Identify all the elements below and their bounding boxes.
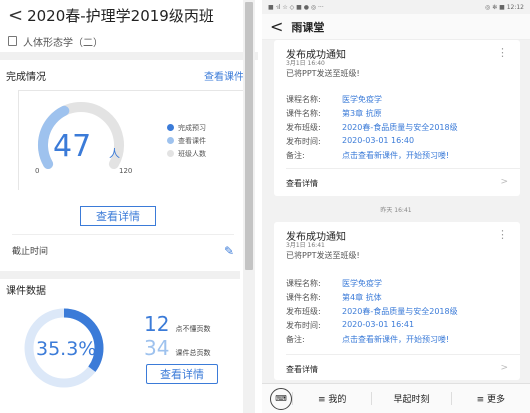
notification-card[interactable]: 发布成功通知 ⋮ 3月1日 16:41 已将PPT发送至班级! 课程名称: 医学免… — [274, 222, 520, 380]
back-icon[interactable]: < — [270, 17, 283, 36]
count-unit: 人 — [109, 147, 120, 160]
legend-dot — [167, 137, 174, 144]
card-date: 3月1日 16:41 — [286, 242, 325, 249]
total-pages-label: 课件总页数 — [175, 349, 211, 357]
bottom-menu-bar: ⌨ ≡ 我的 早起时刻 ≡ 更多 — [262, 383, 530, 413]
more-icon[interactable]: ⋮ — [497, 46, 508, 59]
stat-total-pages: 34 课件总页数 — [144, 336, 210, 360]
completion-heading: 完成情况 — [6, 71, 46, 83]
legend-label: 班级人数 — [178, 149, 206, 158]
confused-pages-value: 12 — [144, 312, 170, 336]
keyboard-icon[interactable]: ⌨ — [270, 387, 292, 410]
menu-more[interactable]: ≡ 更多 — [450, 392, 530, 405]
menu-my[interactable]: ≡ 我的 — [292, 392, 371, 405]
stat-confused-pages: 12 点不懂页数 — [144, 312, 210, 336]
card-row: 备注: 点击查看新课件，开始预习喽! — [286, 150, 449, 161]
page-header: < 2020春-护理学2019级丙班 — [0, 0, 258, 30]
row-value: 2020春-食品质量与安全2018级 — [342, 307, 458, 316]
row-value: 点击查看新课件，开始预习喽! — [342, 335, 450, 344]
status-bar: ■ ᐧıl ☆ ◇ ■ ● ◎ ··· ◎ ✻ ■ 12:12 — [262, 0, 530, 14]
gauge-max-label: 120 — [119, 167, 133, 175]
row-key: 备注: — [286, 151, 305, 160]
view-detail-link[interactable]: 查看详情 — [286, 178, 318, 189]
row-value: 医学免疫学 — [342, 95, 382, 104]
row-key: 发布时间: — [286, 321, 321, 330]
deadline-row[interactable]: 截止时间 ✎ — [12, 234, 234, 266]
deadline-label: 截止时间 — [12, 247, 49, 257]
app-header: < 雨课堂 — [262, 14, 530, 40]
chevron-right-icon[interactable]: > — [500, 363, 508, 373]
legend-item-preview: 完成预习 — [167, 121, 206, 134]
legend-item-viewed: 查看课件 — [167, 134, 206, 147]
row-key: 发布班级: — [286, 307, 321, 316]
screenshot-root: < 2020春-护理学2019级丙班 人体形态学（二） 完成情况 查看课件 47… — [0, 0, 530, 413]
card-divider — [286, 354, 520, 355]
divider — [0, 52, 258, 60]
card-row: 发布班级: 2020春-食品质量与安全2018级 — [286, 306, 458, 317]
chevron-right-icon[interactable]: > — [500, 177, 508, 187]
course-subtitle: 人体形态学（二） — [0, 30, 258, 52]
card-divider — [286, 168, 520, 169]
legend-label: 完成预习 — [178, 123, 206, 132]
row-value: 2020春-食品质量与安全2018级 — [342, 123, 458, 132]
time-divider: 昨天 16:41 — [380, 207, 412, 214]
book-icon — [8, 36, 17, 46]
page-title: 2020春-护理学2019级丙班 — [27, 6, 214, 25]
gauge-min-label: 0 — [35, 167, 40, 175]
view-detail-button[interactable]: 查看详情 — [80, 206, 156, 226]
card-row: 发布时间: 2020-03-01 16:41 — [286, 320, 414, 331]
row-key: 课件名称: — [286, 293, 321, 302]
view-detail-link[interactable]: 查看详情 — [286, 364, 318, 375]
courseware-percent: 35.3% — [36, 338, 97, 360]
row-value: 点击查看新课件，开始预习喽! — [342, 151, 450, 160]
rain-classroom-app: ■ ᐧıl ☆ ◇ ■ ● ◎ ··· ◎ ✻ ■ 12:12 < 雨课堂 发布… — [262, 0, 530, 413]
row-key: 课件名称: — [286, 109, 321, 118]
completion-gauge-box: 47 人 0 120 完成预习 查看课件 班级人数 — [18, 90, 246, 190]
card-message: 已将PPT发送至班级! — [286, 69, 360, 78]
row-value: 第3章 抗原 — [342, 109, 382, 118]
scrollbar-thumb[interactable] — [245, 2, 253, 270]
completed-count: 47 — [53, 129, 92, 164]
card-row: 发布时间: 2020-03-01 16:40 — [286, 136, 414, 147]
row-value: 2020-03-01 16:41 — [342, 320, 415, 329]
more-icon[interactable]: ⋮ — [497, 228, 508, 241]
row-key: 发布时间: — [286, 137, 321, 146]
class-report-panel: < 2020春-护理学2019级丙班 人体形态学（二） 完成情况 查看课件 47… — [0, 0, 258, 413]
courseware-detail-button[interactable]: 查看详情 — [146, 364, 218, 384]
courseware-heading: 课件数据 — [6, 286, 46, 297]
legend-dot — [167, 124, 174, 131]
confused-pages-label: 点不懂页数 — [175, 325, 211, 333]
card-row: 课件名称: 第4章 抗体 — [286, 292, 382, 303]
status-icons-right: ◎ ✻ ■ 12:12 — [485, 3, 524, 11]
row-key: 课程名称: — [286, 95, 321, 104]
status-icons-left: ■ ᐧıl ☆ ◇ ■ ● ◎ ··· — [268, 3, 324, 11]
legend-dot — [167, 150, 174, 157]
card-row: 发布班级: 2020春-食品质量与安全2018级 — [286, 122, 458, 133]
legend-label: 查看课件 — [178, 136, 206, 145]
legend-item-classsize: 班级人数 — [167, 147, 206, 160]
card-date: 3月1日 16:40 — [286, 60, 325, 67]
notification-card[interactable]: 发布成功通知 ⋮ 3月1日 16:40 已将PPT发送至班级! 课程名称: 医学免… — [274, 40, 520, 196]
edit-icon[interactable]: ✎ — [224, 244, 234, 258]
row-key: 发布班级: — [286, 123, 321, 132]
card-row: 课程名称: 医学免疫学 — [286, 94, 382, 105]
total-pages-value: 34 — [144, 336, 170, 360]
menu-early-rise[interactable]: 早起时刻 — [371, 392, 450, 405]
row-value: 医学免疫学 — [342, 279, 382, 288]
gauge-legend: 完成预习 查看课件 班级人数 — [167, 121, 206, 160]
completion-header: 完成情况 查看课件 — [0, 60, 258, 90]
row-key: 备注: — [286, 335, 305, 344]
row-value: 2020-03-01 16:40 — [342, 136, 415, 145]
card-row: 备注: 点击查看新课件，开始预习喽! — [286, 334, 449, 345]
card-row: 课件名称: 第3章 抗原 — [286, 108, 382, 119]
view-courseware-link[interactable]: 查看课件 — [204, 68, 244, 83]
divider — [0, 271, 240, 279]
card-row: 课程名称: 医学免疫学 — [286, 278, 382, 289]
course-name: 人体形态学（二） — [23, 37, 103, 49]
row-value: 第4章 抗体 — [342, 293, 382, 302]
app-title: 雨课堂 — [291, 20, 325, 34]
back-icon[interactable]: < — [8, 5, 23, 26]
card-message: 已将PPT发送至班级! — [286, 251, 360, 260]
row-key: 课程名称: — [286, 279, 321, 288]
